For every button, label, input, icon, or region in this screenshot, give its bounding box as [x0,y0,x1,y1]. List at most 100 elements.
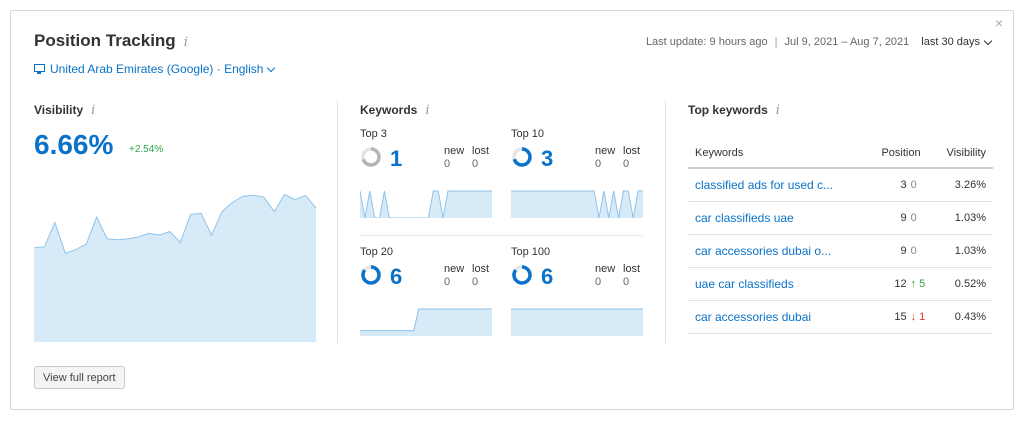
lost-label: lost [623,263,641,275]
last-update: Last update: 9 hours ago [645,36,768,48]
top-keywords-table: Keywords Position Visibility classified … [688,138,993,334]
position-change: 0 [910,211,917,224]
position-cell: 90 [865,201,931,235]
lost-count: 0 [623,158,630,170]
chevron-down-icon [267,63,276,72]
lost-count: 0 [472,276,479,288]
keyword-box-count: 1 [390,146,403,171]
keyword-box-top3[interactable]: Top 3 1 new 0 lost 0 [360,128,492,218]
position-cell: 12 ↑ 5 [865,267,931,301]
lost-label: lost [472,263,490,275]
lost-label: lost [472,145,490,157]
keywords-label: Keywords [360,103,418,117]
sparkline-area [360,309,492,336]
column-header-keywords[interactable]: Keywords [688,138,866,169]
keyword-box-count: 6 [390,264,403,289]
new-label: new [444,263,465,275]
column-header-position[interactable]: Position [865,138,931,169]
view-full-report-button[interactable]: View full report [34,366,125,389]
lost-count: 0 [472,158,479,170]
visibility-cell: 0.43% [930,300,993,334]
top-keywords-label: Top keywords [688,103,768,117]
visibility-value: 6.66% [34,129,114,160]
widget-title: Position Tracking i [34,31,188,51]
keyword-box-count: 3 [541,146,554,171]
section-divider [665,101,666,343]
keyword-box-label: Top 100 [511,246,551,258]
position-change: ↓ 1 [910,310,926,323]
keyword-box-label: Top 3 [360,128,387,140]
lost-column: lost 0 [623,145,640,170]
lost-column: lost 0 [623,263,640,288]
visibility-change: +2.54% [129,144,164,155]
keyword-box-top10[interactable]: Top 10 3 new 0 lost 0 [511,128,643,218]
table-row: uae car classifieds 12 ↑ 5 0.52% [688,267,993,301]
position-change: 0 [910,244,917,257]
donut-ring-icon [512,265,532,285]
new-column: new 0 [444,145,464,170]
table-row: classified ads for used c... 3 0 3.26% [688,168,993,202]
new-count: 0 [595,158,602,170]
visibility-area [34,194,316,342]
donut-ring-icon [361,265,381,285]
column-header-visibility[interactable]: Visibility [930,138,993,169]
top-keywords-info-icon[interactable]: i [776,103,780,118]
position-value: 15 [894,310,907,323]
lost-count: 0 [623,276,630,288]
visibility-cell: 3.26% [930,168,993,202]
new-column: new 0 [595,263,615,288]
keyword-sparkline-top20 [360,308,492,336]
keywords-info-icon[interactable]: i [425,103,429,118]
keyword-link[interactable]: uae car classifieds [688,267,866,301]
new-column: new 0 [595,145,615,170]
new-count: 0 [444,158,451,170]
visibility-chart [34,193,316,342]
position-tracking-widget: Position Tracking i × Last update: 9 hour… [10,10,1014,410]
position-cell: 90 [865,234,931,268]
location-dropdown[interactable]: United Arab Emirates (Google) · English [34,62,276,76]
new-label: new [595,145,616,157]
table-row: car accessories dubai 15 ↓ 1 0.43% [688,300,993,334]
keyword-box-label: Top 10 [511,128,545,140]
desktop-icon [34,64,45,74]
sparkline-area [511,191,643,218]
close-icon[interactable]: × [995,15,1003,31]
keyword-link[interactable]: classified ads for used c... [688,168,866,202]
position-change: 0 [910,178,917,191]
period-dropdown[interactable]: last 30 days [921,36,993,48]
section-divider [337,101,338,343]
keywords-row-divider [360,235,643,236]
table-row: car classifieds uae 9 0 1.03% [688,201,993,235]
visibility-cell: 1.03% [930,201,993,235]
lost-column: lost 0 [472,263,489,288]
new-label: new [444,145,465,157]
lost-label: lost [623,145,641,157]
top-keywords-heading: Top keywords i [688,103,780,118]
new-label: new [595,263,616,275]
new-count: 0 [444,276,451,288]
keyword-sparkline-top100 [511,308,643,336]
position-cell: 30 [865,168,931,202]
keyword-link[interactable]: car accessories dubai o... [688,234,866,268]
position-value: 9 [900,211,907,224]
donut-ring-icon [361,147,381,167]
keyword-link[interactable]: car classifieds uae [688,201,866,235]
visibility-label: Visibility [34,103,84,117]
title-info-icon[interactable]: i [184,35,188,50]
position-cell: 15 ↓ 1 [865,300,931,334]
keyword-sparkline-top10 [511,190,643,218]
visibility-cell: 1.03% [930,234,993,268]
header-meta: Last update: 9 hours ago | Jul 9, 2021 –… [645,36,993,48]
keyword-box-top20[interactable]: Top 20 6 new 0 lost 0 [360,246,492,336]
new-column: new 0 [444,263,464,288]
meta-separator: | [774,36,778,48]
lost-column: lost 0 [472,145,489,170]
table-row: car accessories dubai o... 9 0 1.03% [688,234,993,268]
visibility-info-icon[interactable]: i [91,103,95,118]
visibility-heading: Visibility i [34,103,95,118]
new-count: 0 [595,276,602,288]
sparkline-area [360,191,492,218]
keyword-box-top100[interactable]: Top 100 6 new 0 lost 0 [511,246,643,336]
keyword-link[interactable]: car accessories dubai [688,300,866,334]
keyword-box-label: Top 20 [360,246,394,258]
